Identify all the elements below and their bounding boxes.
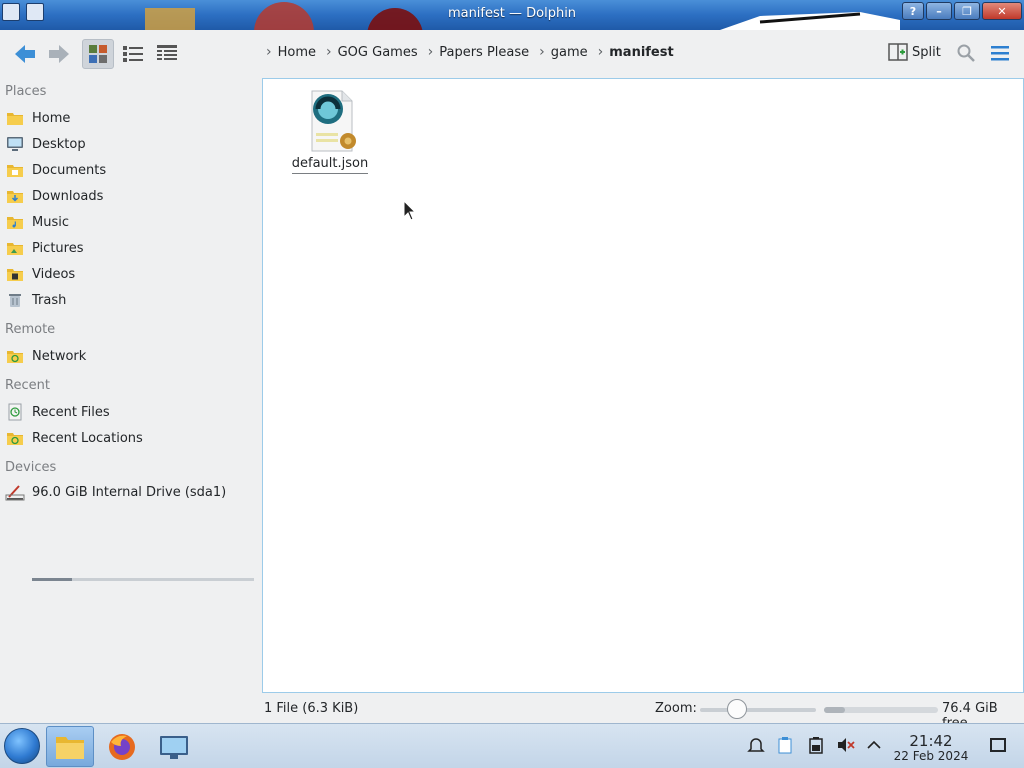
forward-button[interactable] [44, 39, 74, 69]
disk-space-bar[interactable] [824, 707, 938, 713]
breadcrumb: › Home › GOG Games › Papers Please › gam… [262, 44, 674, 60]
zoom-slider-track[interactable] [700, 708, 816, 712]
desktop-icon [5, 134, 25, 154]
sidebar-item-videos[interactable]: Videos [5, 262, 255, 286]
help-button[interactable]: ? [902, 2, 924, 20]
network-folder-icon [5, 346, 25, 366]
crumb-papers-please[interactable]: Papers Please [439, 45, 529, 60]
status-bar: 1 File (6.3 KiB) Zoom: 76.4 GiB free [0, 697, 1024, 731]
back-arrow-icon [15, 45, 35, 63]
chevron-right-icon: › [539, 44, 545, 60]
drive-icon [5, 482, 25, 502]
minimize-button[interactable]: – [926, 2, 952, 20]
file-view[interactable]: default.json [262, 78, 1024, 693]
split-label: Split [912, 44, 941, 60]
crumb-gog-games[interactable]: GOG Games [338, 45, 418, 60]
notifications-bell-icon[interactable] [747, 736, 765, 758]
system-settings-icon [160, 735, 188, 759]
clipboard-icon[interactable] [776, 736, 794, 758]
section-title-recent: Recent [5, 378, 50, 393]
search-button[interactable] [956, 43, 976, 67]
clock-time[interactable]: 21:42 [906, 732, 956, 750]
toolbar: › Home › GOG Games › Papers Please › gam… [0, 30, 1024, 78]
sidebar-item-desktop[interactable]: Desktop [5, 132, 255, 156]
clock-date[interactable]: 22 Feb 2024 [892, 749, 970, 763]
sidebar-item-pictures[interactable]: Pictures [5, 236, 255, 260]
start-menu-button[interactable] [4, 728, 40, 764]
taskbar: 21:42 22 Feb 2024 [0, 723, 1024, 768]
places-panel: Places Home Desktop Documents Downloads … [0, 78, 262, 718]
chevron-up-icon[interactable] [866, 736, 882, 758]
drive-usage-fill [32, 578, 72, 581]
disk-space-fill [824, 707, 845, 713]
sidebar-item-recent-files[interactable]: Recent Files [5, 400, 255, 424]
zoom-label: Zoom: [655, 701, 697, 716]
file-name: default.json [291, 156, 369, 174]
forward-arrow-icon [49, 45, 69, 63]
taskbar-app-system-settings[interactable] [150, 726, 198, 767]
home-folder-icon [5, 108, 25, 128]
chevron-right-icon: › [266, 44, 272, 60]
compact-view-button[interactable] [118, 39, 148, 69]
section-title-places: Places [5, 84, 47, 99]
section-title-remote: Remote [5, 322, 56, 337]
documents-folder-icon [5, 160, 25, 180]
json-file-icon [311, 90, 356, 152]
sidebar-item-recent-locations[interactable]: Recent Locations [5, 426, 255, 450]
crumb-home[interactable]: Home [278, 45, 316, 60]
firefox-icon [109, 733, 135, 760]
back-button[interactable] [10, 39, 40, 69]
details-view-button[interactable] [152, 39, 182, 69]
sidebar-item-internal-drive[interactable]: 96.0 GiB Internal Drive (sda1) [5, 480, 255, 504]
drive-usage-bar [32, 578, 254, 581]
battery-icon[interactable] [807, 736, 825, 758]
maximize-button[interactable]: ❐ [954, 2, 980, 20]
chevron-right-icon: › [427, 44, 434, 60]
details-view-icon [157, 45, 177, 60]
pictures-folder-icon [5, 238, 25, 258]
show-desktop-icon[interactable] [990, 738, 1006, 752]
icons-view-button[interactable] [82, 39, 114, 69]
chevron-right-icon: › [597, 44, 604, 60]
close-button[interactable]: ✕ [982, 2, 1022, 20]
split-button[interactable]: Split [888, 43, 941, 61]
mouse-cursor-icon [403, 200, 417, 221]
sidebar-item-downloads[interactable]: Downloads [5, 184, 255, 208]
volume-muted-icon[interactable] [836, 736, 856, 758]
chevron-right-icon: › [326, 44, 332, 60]
recent-locations-icon [5, 428, 25, 448]
sidebar-item-music[interactable]: Music [5, 210, 255, 234]
split-view-icon [888, 43, 908, 61]
compact-view-icon [123, 46, 143, 62]
trash-icon [5, 290, 25, 310]
hamburger-menu-button[interactable] [989, 43, 1011, 67]
icons-view-icon [89, 45, 107, 63]
sidebar-item-network[interactable]: Network [5, 344, 255, 368]
crumb-manifest[interactable]: manifest [609, 45, 673, 60]
zoom-slider-handle[interactable] [726, 699, 747, 719]
crumb-game[interactable]: game [551, 45, 588, 60]
section-title-devices: Devices [5, 460, 57, 475]
sidebar-item-trash[interactable]: Trash [5, 288, 255, 312]
videos-folder-icon [5, 264, 25, 284]
hamburger-menu-icon [991, 46, 1009, 61]
file-item[interactable]: default.json [291, 89, 369, 174]
taskbar-app-firefox[interactable] [98, 726, 146, 767]
sidebar-item-documents[interactable]: Documents [5, 158, 255, 182]
search-icon [957, 44, 975, 62]
title-bar[interactable]: manifest — Dolphin ? – ❐ ✕ [0, 0, 1024, 30]
taskbar-app-file-manager[interactable] [46, 726, 94, 767]
recent-files-icon [5, 402, 25, 422]
music-folder-icon [5, 212, 25, 232]
sidebar-item-home[interactable]: Home [5, 106, 255, 130]
file-manager-icon [56, 736, 84, 759]
status-summary: 1 File (6.3 KiB) [264, 701, 359, 716]
window-title: manifest — Dolphin [447, 6, 577, 21]
downloads-folder-icon [5, 186, 25, 206]
